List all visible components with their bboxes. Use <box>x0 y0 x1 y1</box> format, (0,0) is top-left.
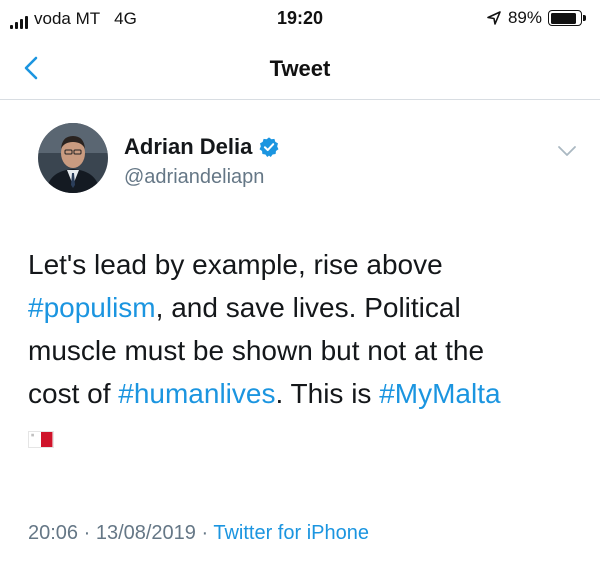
hashtag-mymalta[interactable]: #MyMalta <box>379 378 500 409</box>
battery-icon <box>548 10 586 26</box>
author-handle[interactable]: @adriandeliapn <box>124 166 280 189</box>
verified-badge-icon <box>259 137 279 157</box>
location-arrow-icon <box>487 11 501 25</box>
battery-fill <box>550 12 577 24</box>
avatar[interactable] <box>38 123 108 193</box>
chevron-down-icon[interactable] <box>556 143 578 159</box>
navigation-bar: Tweet <box>0 38 600 100</box>
tweet-text-line1: Let's lead by example, rise above <box>28 249 443 280</box>
avatar-image <box>38 123 108 193</box>
author-name[interactable]: Adrian Delia <box>124 134 252 160</box>
tweet-text-line2: , and save lives. Political <box>155 292 461 323</box>
tweet-source-link[interactable]: Twitter for iPhone <box>213 522 369 544</box>
tweet-text: Let's lead by example, rise above #popul… <box>28 243 588 458</box>
hashtag-humanlives[interactable]: #humanlives <box>118 378 275 409</box>
meta-separator: · <box>195 522 214 544</box>
hashtag-populism[interactable]: #populism <box>28 292 156 323</box>
author-name-row: Adrian Delia <box>124 134 280 160</box>
author-info[interactable]: Adrian Delia @adriandeliapn <box>124 134 280 189</box>
battery-percent: 89% <box>507 8 542 27</box>
page-title: Tweet <box>269 56 331 81</box>
malta-flag-icon <box>28 431 54 448</box>
battery-nub <box>583 15 586 21</box>
tweet-text-line4-start: cost of <box>28 378 119 409</box>
status-bar: voda MT 4G 19:20 89% <box>0 0 600 38</box>
tweet-text-line3: muscle must be shown but not at the <box>28 335 485 366</box>
tweet-detail: Adrian Delia @adriandeliapn Let's lead b… <box>0 101 600 570</box>
tweet-text-line4-mid: . This is <box>275 378 380 409</box>
tweet-meta: 20:06 · 13/08/2019 · Twitter for iPhone <box>28 522 369 545</box>
tweet-timestamp: 20:06 · 13/08/2019 <box>28 522 196 544</box>
status-right: 89% <box>486 8 586 28</box>
